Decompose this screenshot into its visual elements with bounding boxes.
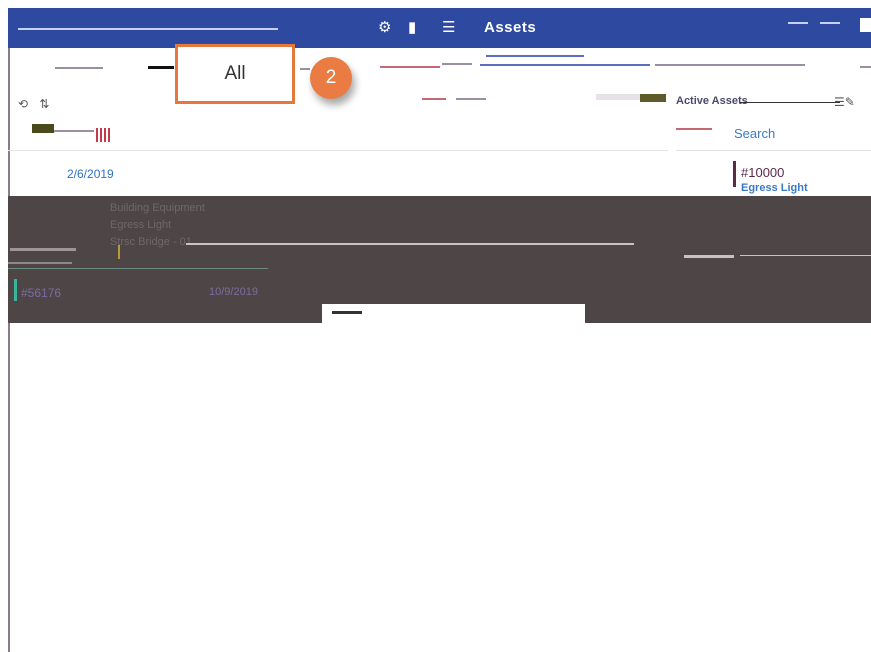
- page-title: Assets: [484, 19, 537, 36]
- subheader-text-line: [300, 68, 310, 70]
- row-separator: [8, 268, 268, 269]
- band-marker: [118, 245, 120, 259]
- band-divider-line: [186, 243, 634, 245]
- window-control-icon[interactable]: [860, 18, 871, 32]
- asset-date: 10/9/2019: [209, 286, 258, 298]
- side-panel-title-underline: [740, 102, 840, 103]
- asset-category: Building Equipment: [110, 202, 205, 214]
- panel-action-button[interactable]: [32, 124, 54, 133]
- subheader-text-line: [655, 64, 805, 66]
- tooltip-text: ▬▬▬: [332, 306, 362, 317]
- side-item-id[interactable]: #10000: [741, 165, 784, 180]
- menu-icon[interactable]: ☰: [442, 20, 455, 36]
- band-right-line: [740, 255, 871, 256]
- asset-location: Strsc Bridge - 01: [110, 236, 192, 248]
- subheader-text-line: [148, 66, 174, 69]
- window-left-edge: [8, 8, 10, 652]
- side-panel-title: Active Assets: [676, 95, 748, 107]
- list-divider: [8, 150, 668, 151]
- top-app-bar: ⚙ ▮ ☰ Assets: [8, 8, 871, 48]
- panel-toolbar-icons[interactable]: ⟲ ⇅: [18, 97, 53, 111]
- topbar-dash: [788, 22, 808, 24]
- side-panel-text-line: [676, 128, 712, 130]
- subheader-text-line: [442, 63, 472, 65]
- subheader-text-line: [480, 64, 650, 66]
- topbar-breadcrumb-line: [18, 28, 278, 30]
- topbar-dash: [820, 22, 840, 24]
- subheader-text-line: [456, 98, 486, 100]
- subheader-tab-underline: [486, 55, 584, 57]
- step-number-badge: 2: [310, 57, 352, 99]
- asset-id[interactable]: #56176: [21, 286, 61, 300]
- list-item-date: 2/6/2019: [67, 167, 114, 181]
- side-item-name: Egress Light: [741, 182, 808, 194]
- subheader-chip: [596, 94, 640, 100]
- bell-icon[interactable]: ▮: [408, 20, 416, 36]
- subheader-text-line: [422, 98, 446, 100]
- band-text-line: [10, 248, 76, 251]
- subheader-text-line: [55, 67, 103, 69]
- panel-text-line: [54, 130, 94, 132]
- subheader-text-line: [860, 66, 871, 68]
- asset-type: Egress Light: [110, 219, 172, 231]
- side-panel-search[interactable]: Search: [734, 126, 775, 141]
- band-text-line: [8, 262, 72, 264]
- filter-all-option[interactable]: All: [175, 44, 295, 104]
- row-status-marker: [14, 279, 17, 301]
- subheader-chip-dark: [640, 94, 666, 102]
- subheader-text-line: [380, 66, 440, 68]
- band-right-label: ▬▬▬▬▬: [684, 250, 734, 261]
- side-item-marker: [733, 161, 736, 187]
- filter-edit-icon[interactable]: ☰✎: [834, 95, 855, 109]
- side-panel-divider: [676, 150, 871, 151]
- settings-icon[interactable]: ⚙: [378, 20, 391, 36]
- status-indicator-icon: [96, 128, 110, 142]
